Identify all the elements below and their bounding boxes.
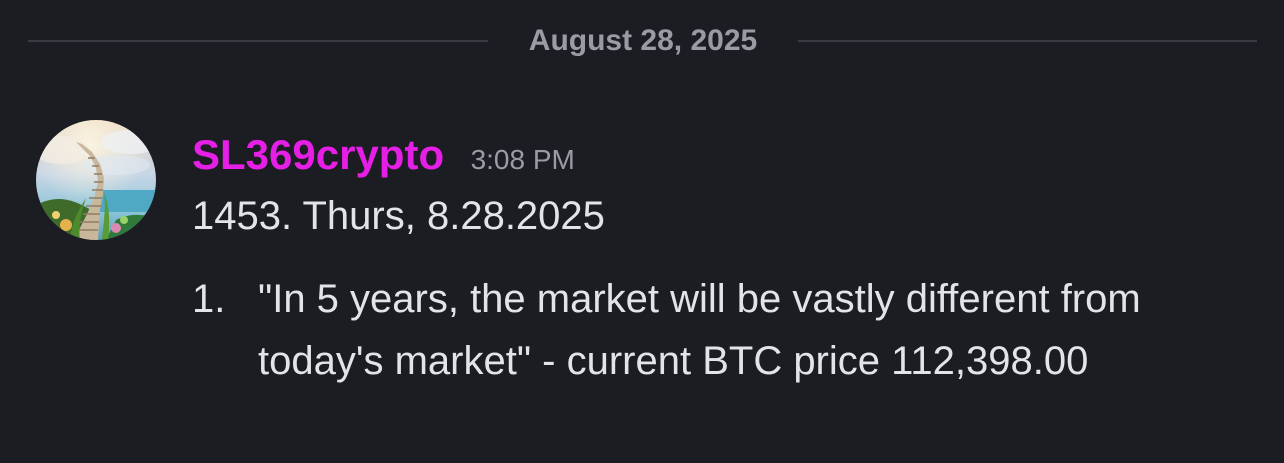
avatar[interactable]: [36, 120, 156, 240]
date-divider: August 28, 2025: [28, 20, 1257, 62]
stairway-avatar-icon: [36, 120, 156, 240]
divider-date: August 28, 2025: [528, 24, 758, 57]
chat-message: SL369crypto 3:08 PM 1453. Thurs, 8.28.20…: [36, 118, 1256, 448]
divider-line-left: [28, 40, 488, 42]
list-item-number: 1.: [192, 277, 226, 321]
message-list: 1. "In 5 years, the market will be vastl…: [192, 268, 1252, 392]
message-first-line: 1453. Thurs, 8.28.2025: [192, 194, 605, 238]
message-header: SL369crypto 3:08 PM: [192, 128, 575, 182]
username[interactable]: SL369crypto: [192, 128, 444, 182]
message-timestamp: 3:08 PM: [470, 144, 575, 175]
divider-line-right: [798, 40, 1257, 42]
list-item-text: "In 5 years, the market will be vastly d…: [258, 277, 1141, 383]
list-item: 1. "In 5 years, the market will be vastl…: [192, 268, 1252, 392]
